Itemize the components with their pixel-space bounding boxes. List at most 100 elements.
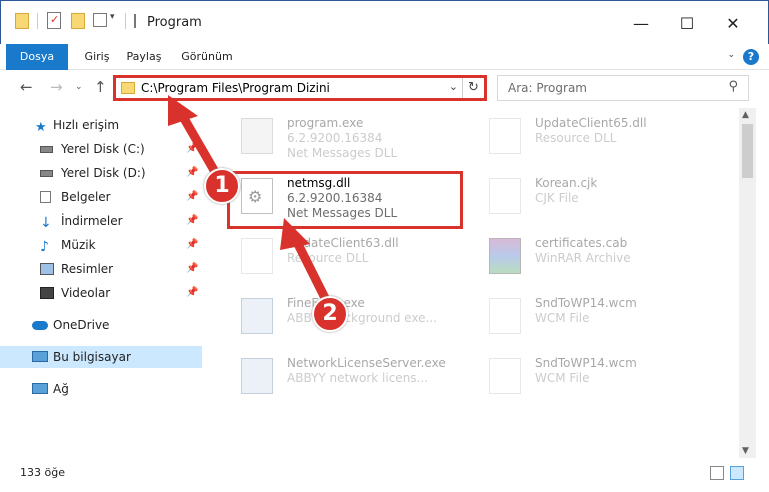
exe-file-icon: [241, 118, 273, 154]
file-item[interactable]: Korean.cjk CJK File: [475, 172, 715, 222]
forward-icon[interactable]: →: [50, 78, 63, 96]
separator: [125, 13, 126, 29]
dll-file-icon: [489, 118, 521, 154]
details-view-icon[interactable]: [710, 466, 724, 480]
minimize-icon[interactable]: —: [631, 13, 651, 33]
recent-locations-icon[interactable]: ⌄: [75, 82, 83, 92]
chevron-down-icon[interactable]: ⌄: [449, 80, 458, 93]
item-count: 133 öğe: [20, 466, 65, 479]
tab-share[interactable]: Paylaş: [122, 44, 166, 70]
tiles-view-icon[interactable]: [730, 466, 744, 480]
search-box[interactable]: Ara: Program ⚲: [497, 75, 749, 101]
file-name: certificates.cab: [535, 236, 628, 250]
file-description: ABBYY network licens...: [287, 371, 428, 385]
sidebar-item-label: Hızlı erişim: [53, 118, 120, 132]
view-icon[interactable]: [93, 13, 107, 27]
file-item[interactable]: NetworkLicenseServer.exe ABBYY network l…: [227, 352, 467, 402]
file-type: Resource DLL: [287, 251, 369, 265]
sidebar-item-label: Yerel Disk (D:): [61, 166, 146, 180]
scroll-up-icon[interactable]: ▲: [742, 110, 749, 120]
file-name: program.exe: [287, 116, 364, 130]
pictures-icon: [40, 263, 54, 275]
file-list: program.exe 6.2.9200.16384 Net Messages …: [213, 108, 738, 458]
drive-icon: [40, 146, 53, 153]
sidebar-item-onedrive[interactable]: OneDrive: [0, 314, 202, 336]
music-icon: ♪: [40, 239, 49, 255]
file-item[interactable]: SndToWP14.wcm WCM File: [475, 292, 715, 342]
file-name: Korean.cjk: [535, 176, 598, 190]
customize-toolbar-icon[interactable]: ▾: [110, 12, 115, 32]
separator: [37, 13, 38, 29]
network-icon: [32, 383, 48, 394]
pin-icon[interactable]: 📌: [186, 258, 198, 280]
pin-icon[interactable]: 📌: [186, 162, 198, 184]
exe-file-icon: [241, 298, 273, 334]
tab-home[interactable]: Giriş: [72, 44, 122, 70]
pin-icon[interactable]: 📌: [186, 186, 198, 208]
ribbon: Dosya Giriş Paylaş Görünüm ? ⌄: [0, 44, 769, 70]
close-icon[interactable]: ✕: [723, 13, 743, 33]
tab-file[interactable]: Dosya: [6, 44, 68, 70]
refresh-icon[interactable]: ↻: [462, 78, 484, 98]
dll-file-icon: [241, 238, 273, 274]
archive-file-icon: [489, 238, 521, 274]
title-divider: [134, 14, 136, 28]
sidebar-item-this-pc[interactable]: Bu bilgisayar: [0, 346, 202, 368]
address-path[interactable]: C:\Program Files\Program Dizini: [141, 81, 330, 95]
scroll-thumb[interactable]: [742, 124, 753, 178]
star-icon: ★: [35, 120, 47, 135]
tab-view[interactable]: Görünüm: [174, 44, 240, 70]
file-item[interactable]: UpdateClient65.dll Resource DLL: [475, 112, 715, 162]
vertical-scrollbar[interactable]: ▲ ▼: [739, 108, 756, 458]
sidebar-item-music[interactable]: ♪ Müzik 📌: [0, 234, 202, 256]
file-icon: [489, 298, 521, 334]
back-icon[interactable]: ←: [20, 78, 33, 96]
sidebar-item-label: Resimler: [61, 262, 114, 276]
computer-icon: [32, 351, 48, 362]
file-icon: [489, 358, 521, 394]
sidebar-item-label: Müzik: [61, 238, 96, 252]
file-name: NetworkLicenseServer.exe: [287, 356, 446, 370]
file-type: WCM File: [535, 371, 590, 385]
pin-icon[interactable]: 📌: [186, 234, 198, 256]
navigation-pane: ★ Hızlı erişim Yerel Disk (C:) 📌 Yerel D…: [0, 108, 202, 458]
documents-icon: [40, 191, 51, 203]
status-bar: 133 öğe: [0, 458, 769, 492]
file-type: WinRAR Archive: [535, 251, 631, 265]
sidebar-item-disk-c[interactable]: Yerel Disk (C:) 📌: [0, 138, 202, 160]
address-bar[interactable]: C:\Program Files\Program Dizini ⌄ ↻: [113, 75, 487, 101]
file-icon: [489, 178, 521, 214]
sidebar-item-network[interactable]: Ağ: [0, 378, 202, 400]
file-item[interactable]: SndToWP14.wcm WCM File: [475, 352, 715, 402]
file-description: Net Messages DLL: [287, 146, 398, 160]
cloud-icon: [32, 321, 48, 330]
video-icon: [40, 287, 54, 299]
file-item[interactable]: program.exe 6.2.9200.16384 Net Messages …: [227, 112, 467, 162]
new-folder-icon[interactable]: [71, 13, 85, 29]
file-item[interactable]: certificates.cab WinRAR Archive: [475, 232, 715, 282]
expand-ribbon-icon[interactable]: ⌄: [727, 50, 735, 60]
file-name: UpdateClient63.dll: [287, 236, 399, 250]
folder-icon: [15, 13, 29, 29]
scroll-down-icon[interactable]: ▼: [742, 446, 749, 456]
sidebar-item-downloads[interactable]: ↓ İndirmeler 📌: [0, 210, 202, 232]
sidebar-item-videos[interactable]: Videolar 📌: [0, 282, 202, 304]
search-input[interactable]: Ara: Program: [508, 81, 587, 95]
up-icon[interactable]: ↑: [94, 78, 107, 96]
folder-icon: [121, 82, 135, 94]
properties-icon[interactable]: ✓: [47, 12, 61, 29]
sidebar-item-disk-d[interactable]: Yerel Disk (D:) 📌: [0, 162, 202, 184]
sidebar-item-pictures[interactable]: Resimler 📌: [0, 258, 202, 280]
file-item[interactable]: UpdateClient63.dll Resource DLL: [227, 232, 467, 282]
file-type: WCM File: [535, 311, 590, 325]
help-icon[interactable]: ?: [743, 49, 759, 65]
pin-icon[interactable]: 📌: [186, 282, 198, 304]
step-badge-1: 1: [204, 168, 240, 204]
maximize-icon[interactable]: ☐: [677, 13, 697, 33]
sidebar-item-documents[interactable]: Belgeler 📌: [0, 186, 202, 208]
pin-icon[interactable]: 📌: [186, 138, 198, 160]
pin-icon[interactable]: 📌: [186, 210, 198, 232]
file-type: CJK File: [535, 191, 579, 205]
title-bar: ✓ ▾ Program — ☐ ✕: [0, 0, 769, 44]
sidebar-item-quick-access[interactable]: ★ Hızlı erişim: [0, 114, 202, 136]
